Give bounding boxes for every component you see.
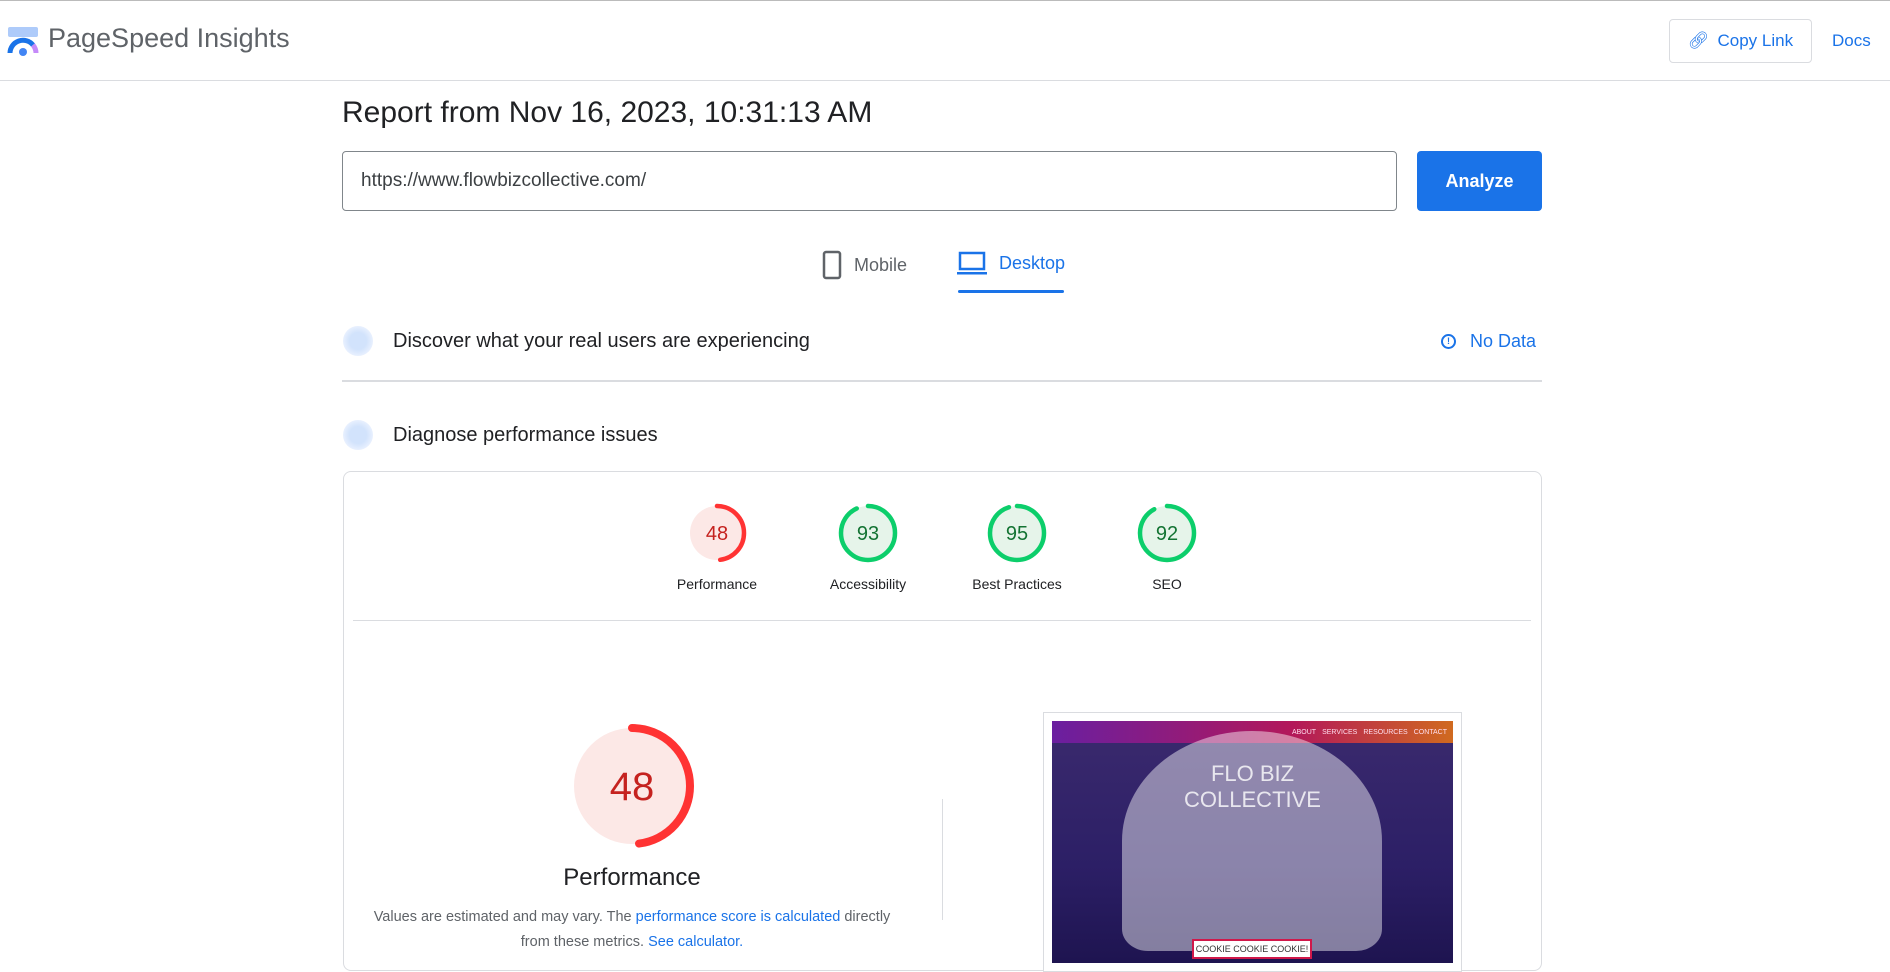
tab-desktop-label: Desktop <box>999 252 1066 273</box>
performance-title: Performance <box>563 864 701 891</box>
nav-text: CONTACT <box>1413 728 1447 736</box>
see-calculator-link[interactable]: See calculator. <box>648 934 743 950</box>
score-label: Performance <box>676 576 758 592</box>
divider <box>342 380 1542 382</box>
score-label: Accessibility <box>829 576 907 592</box>
copy-link-label: Copy Link <box>1717 31 1794 50</box>
screenshot-title: FLO BIZ COLLECTIVE <box>1052 761 1453 813</box>
real-users-icon <box>343 326 373 356</box>
performance-score: 48 <box>610 765 655 809</box>
lab-data-title: Diagnose performance issues <box>393 424 658 446</box>
vertical-divider <box>942 799 943 920</box>
tab-mobile-label: Mobile <box>854 254 908 275</box>
score-calculation-link[interactable]: performance score is calculated <box>636 909 841 925</box>
screenshot-image: ABOUT SERVICES RESOURCES CONTACT FLO BIZ… <box>1052 721 1453 963</box>
score-value: 93 <box>857 523 879 545</box>
tab-mobile[interactable]: Mobile <box>822 250 907 280</box>
app-name[interactable]: PageSpeed Insights <box>48 23 290 54</box>
score-gauge-seo[interactable]: 92 SEO <box>1087 500 1247 592</box>
performance-description: Values are estimated and may vary. The p… <box>372 905 892 955</box>
url-input[interactable] <box>342 151 1397 211</box>
active-tab-indicator <box>958 290 1064 293</box>
gauge-icon: 95 <box>987 503 1047 563</box>
nav-text: RESOURCES <box>1363 728 1408 736</box>
title-line: FLO BIZ <box>1210 761 1295 786</box>
field-data-title: Discover what your real users are experi… <box>393 330 810 352</box>
gauge-icon: 92 <box>1137 503 1197 563</box>
title-line: COLLECTIVE <box>1184 787 1321 812</box>
score-gauge-performance[interactable]: 48 Performance <box>637 500 797 592</box>
score-label: SEO <box>1152 576 1182 592</box>
performance-gauge: 48 <box>562 716 702 861</box>
diagnose-icon <box>343 420 373 450</box>
no-data-label: No Data <box>1470 331 1537 351</box>
gauge-icon: 48 <box>687 503 747 563</box>
desc-text: Values are estimated and may vary. The <box>373 909 636 925</box>
top-bar: PageSpeed Insights 🔗︎ Copy Link Docs <box>0 0 1890 81</box>
score-value: 92 <box>1156 523 1178 545</box>
divider <box>353 620 1531 621</box>
docs-link[interactable]: Docs <box>1832 31 1871 51</box>
pagespeed-logo-icon <box>7 27 39 56</box>
cookie-banner: COOKIE COOKIE COOKIE! <box>1192 939 1312 959</box>
score-value: 48 <box>706 523 728 545</box>
tab-desktop[interactable]: Desktop <box>957 250 1065 276</box>
score-gauge-accessibility[interactable]: 93 Accessibility <box>788 500 948 592</box>
analyze-button[interactable]: Analyze <box>1417 151 1542 211</box>
nav-text: SERVICES <box>1322 728 1358 736</box>
laptop-icon <box>957 251 987 275</box>
nav-text: ABOUT <box>1291 728 1317 736</box>
no-data-link[interactable]: ! No Data <box>1441 331 1536 352</box>
score-label: Best Practices <box>972 576 1062 592</box>
mobile-phone-icon <box>822 250 842 280</box>
score-value: 95 <box>1006 523 1028 545</box>
report-title: Report from Nov 16, 2023, 10:31:13 AM <box>342 96 873 129</box>
info-icon: ! <box>1441 334 1456 349</box>
page-screenshot: ABOUT SERVICES RESOURCES CONTACT FLO BIZ… <box>1043 712 1462 972</box>
copy-link-button[interactable]: 🔗︎ Copy Link <box>1669 19 1812 63</box>
gauge-icon: 93 <box>838 503 898 563</box>
score-gauge-best-practices[interactable]: 95 Best Practices <box>937 500 1097 592</box>
link-icon: 🔗︎ <box>1687 31 1710 50</box>
